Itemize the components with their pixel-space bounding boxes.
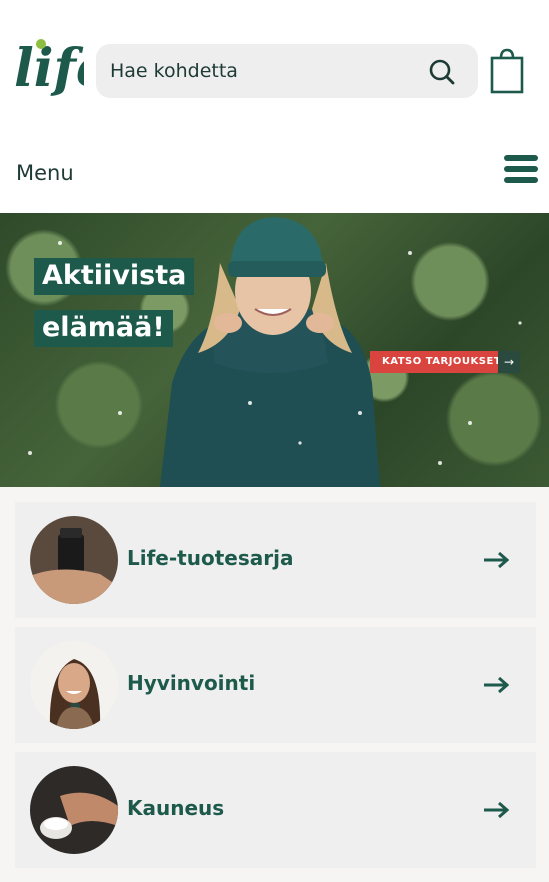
menu-bar: Menu (0, 145, 549, 213)
arrow-right-icon[interactable] (483, 675, 509, 695)
offers-arrow-icon[interactable]: → (498, 351, 520, 373)
search-bar (96, 44, 478, 98)
category-label: Kauneus (127, 796, 225, 820)
category-label: Hyvinvointi (127, 671, 256, 695)
search-input[interactable] (110, 44, 410, 98)
arrow-right-icon[interactable] (483, 800, 509, 820)
hero-banner[interactable]: Aktiivista elämää! KATSO TARJOUKSET! → (0, 213, 549, 487)
category-card-kauneus[interactable]: Kauneus (15, 752, 536, 868)
category-thumbnail (30, 766, 118, 854)
hamburger-menu-icon[interactable] (504, 155, 538, 185)
category-thumbnail (30, 641, 118, 729)
life-logo[interactable]: life (14, 34, 84, 98)
logo-leaf-dot (36, 39, 46, 49)
category-list: Life-tuotesarja Hyvinvointi Kauneus (0, 487, 549, 882)
category-card-hyvinvointi[interactable]: Hyvinvointi (15, 627, 536, 743)
menu-label[interactable]: Menu (16, 161, 74, 185)
offers-button[interactable]: KATSO TARJOUKSET! (370, 351, 519, 373)
site-header: life (0, 0, 549, 145)
logo-text: life (14, 38, 84, 98)
hero-woman-image (28, 217, 522, 487)
category-card-life-tuotesarja[interactable]: Life-tuotesarja (15, 502, 536, 618)
category-thumbnail (30, 516, 118, 604)
shopping-bag-icon[interactable] (490, 48, 524, 94)
search-icon[interactable] (428, 58, 456, 86)
hero-headline-line1: Aktiivista (34, 258, 195, 295)
hero-headline-line2: elämää! (34, 310, 173, 347)
arrow-right-icon[interactable] (483, 550, 509, 570)
category-label: Life-tuotesarja (127, 546, 294, 570)
